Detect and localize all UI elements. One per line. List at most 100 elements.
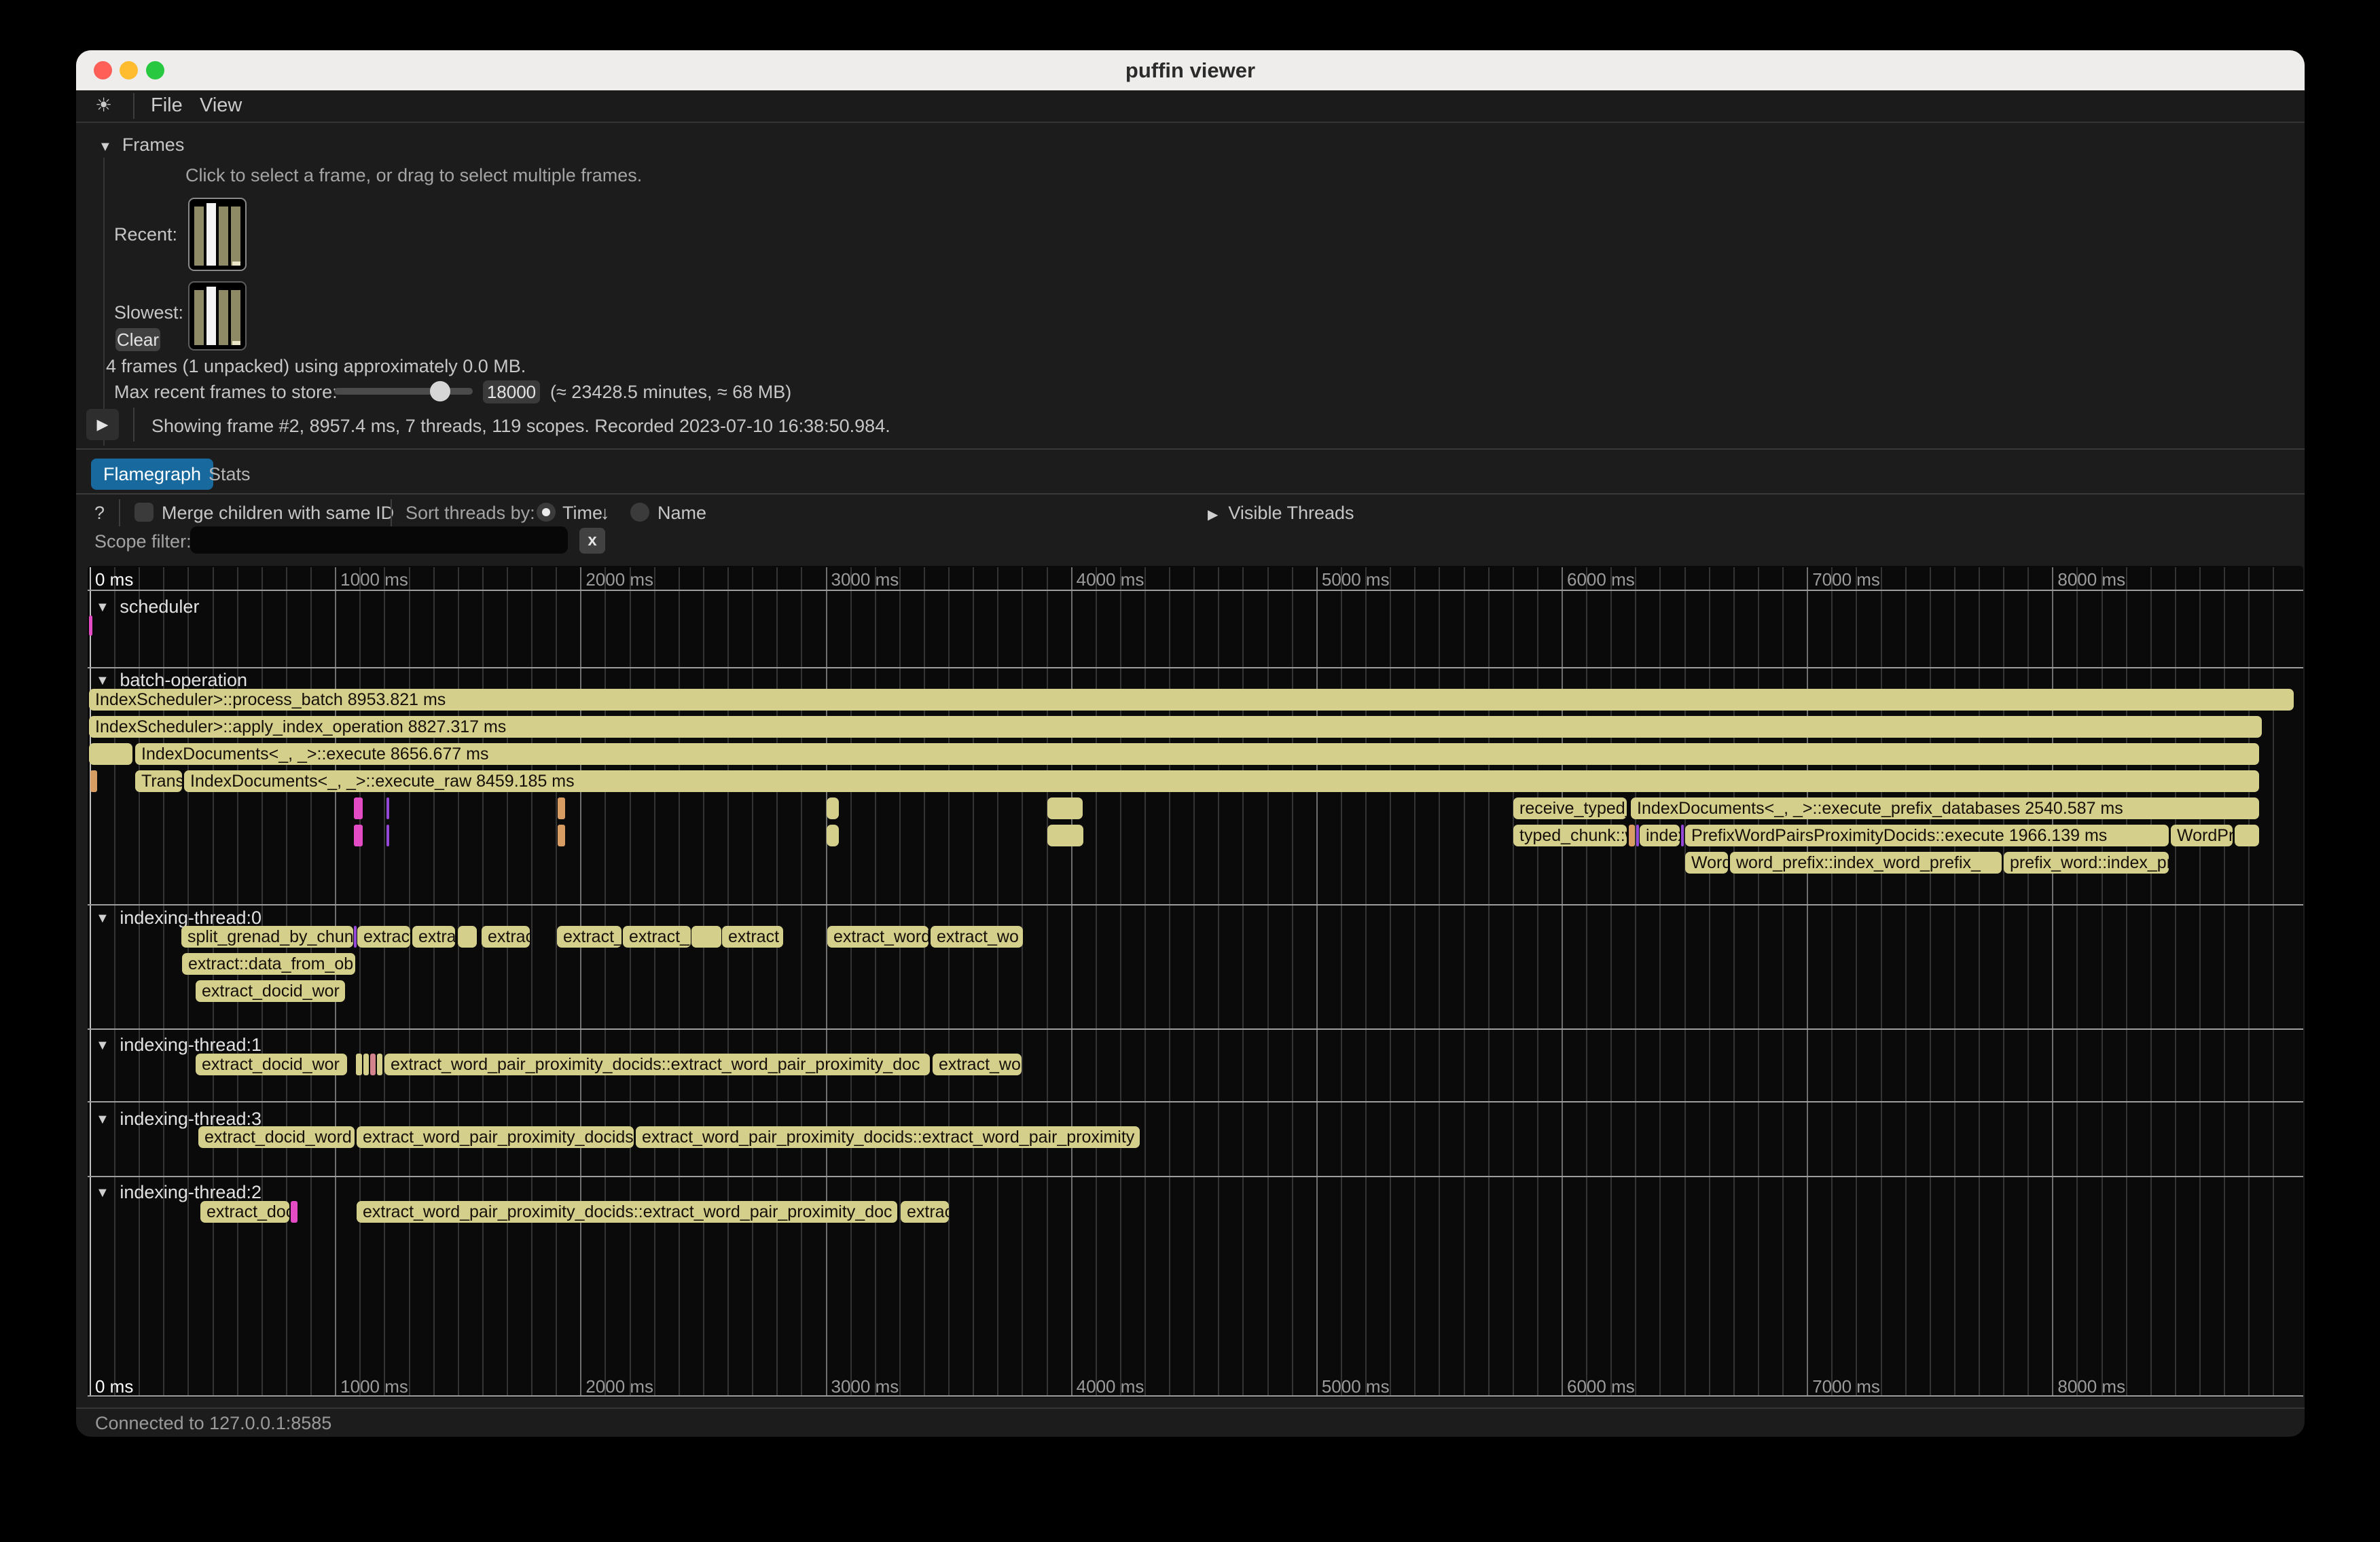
- scope-bar[interactable]: PrefixWordPairsProximityDocids::execute …: [1685, 825, 2169, 846]
- scope-bar[interactable]: extract_wo: [931, 926, 1023, 948]
- scope-bar[interactable]: [354, 797, 363, 819]
- time-axis-label-top: 2000 ms: [585, 569, 653, 590]
- time-axis-label-top: 0 ms: [95, 569, 133, 590]
- section-separator: [88, 667, 2303, 668]
- scope-bar[interactable]: extract_word_pair_proximity_docids::extr…: [636, 1126, 1140, 1148]
- scope-bar[interactable]: extrac: [901, 1201, 949, 1223]
- desktop: { "window": {"title": "puffin viewer"}, …: [0, 0, 2380, 1542]
- scope-bar[interactable]: word_prefix::index_word_prefix_: [1730, 852, 2002, 874]
- scope-bar[interactable]: prefix_word::index_prefix_wo: [2004, 852, 2169, 874]
- time-axis-label-bottom: 3000 ms: [831, 1376, 899, 1397]
- time-axis-label-bottom: 8000 ms: [2057, 1376, 2125, 1397]
- scope-bar[interactable]: extrac: [482, 926, 530, 948]
- scope-bar[interactable]: extract: [357, 926, 410, 948]
- connection-status: Connected to 127.0.0.1:8585: [95, 1413, 331, 1434]
- scope-bar[interactable]: [354, 926, 357, 948]
- scope-bar[interactable]: [377, 1054, 382, 1075]
- time-axis-label-top: 3000 ms: [831, 569, 899, 590]
- section-separator: [88, 1176, 2303, 1177]
- scope-bar[interactable]: [1629, 825, 1635, 846]
- scope-bar[interactable]: [1047, 825, 1083, 846]
- thread-header-indexing-thread:1[interactable]: ▼ indexing-thread:1: [96, 1035, 262, 1056]
- scope-bar[interactable]: [2235, 825, 2259, 846]
- scope-bar[interactable]: IndexDocuments<_, _>::execute_prefix_dat…: [1631, 797, 2259, 819]
- scope-bar[interactable]: [1047, 797, 1083, 819]
- time-axis-label-bottom: 6000 ms: [1567, 1376, 1635, 1397]
- section-separator: [88, 1028, 2303, 1030]
- scope-bar[interactable]: [89, 615, 92, 636]
- collapse-triangle-icon: ▼: [96, 911, 113, 926]
- scope-bar[interactable]: [1636, 825, 1639, 846]
- scope-bar[interactable]: [354, 825, 363, 846]
- scope-bar[interactable]: [827, 797, 839, 819]
- thread-label: batch-operation: [120, 670, 247, 690]
- scope-bar[interactable]: typed_chunk::w: [1513, 825, 1627, 846]
- thread-label: scheduler: [120, 596, 199, 617]
- time-axis-label-bottom: 1000 ms: [340, 1376, 408, 1397]
- scope-bar[interactable]: [363, 1054, 369, 1075]
- scope-bar[interactable]: [356, 1054, 362, 1075]
- section-separator: [88, 1101, 2303, 1102]
- scope-bar[interactable]: IndexScheduler>::apply_index_operation 8…: [89, 716, 2262, 738]
- scope-bar[interactable]: [386, 825, 389, 846]
- scope-bar[interactable]: extra: [412, 926, 455, 948]
- scope-bar[interactable]: extract_word_pair_proximity_docids: [357, 1126, 634, 1148]
- scope-bar[interactable]: WordPr: [2171, 825, 2233, 846]
- scope-bar[interactable]: extract_: [557, 926, 621, 948]
- scope-bar[interactable]: [90, 770, 97, 792]
- scope-bar[interactable]: extract_docid_word: [198, 1126, 355, 1148]
- section-separator: [88, 904, 2303, 906]
- divider: [76, 1407, 2305, 1409]
- scope-bar[interactable]: extract_wo: [933, 1054, 1022, 1075]
- thread-label: indexing-thread:1: [120, 1035, 262, 1055]
- scope-bar[interactable]: extract_doc: [200, 1201, 289, 1223]
- app-window: puffin viewer ☀ File View ▼ Frames Click…: [76, 50, 2305, 1437]
- panel-bottom-edge: [88, 1395, 2303, 1397]
- time-axis-label-bottom: 2000 ms: [585, 1376, 653, 1397]
- scope-bar[interactable]: [291, 1201, 298, 1223]
- time-axis-label-bottom: 4000 ms: [1077, 1376, 1144, 1397]
- scope-bar[interactable]: extract_docid_wor: [196, 1054, 347, 1075]
- collapse-triangle-icon: ▼: [96, 1112, 113, 1127]
- scope-bar[interactable]: extract_word_pair_proximity_docids::extr…: [384, 1054, 930, 1075]
- scope-bar[interactable]: IndexDocuments<_, _>::execute 8656.677 m…: [135, 743, 2259, 765]
- thread-label: indexing-thread:0: [120, 908, 262, 928]
- flamegraph-layer: 0 ms 1000 ms 2000 ms 3000 ms 4000 ms 5000 ms 6…: [76, 50, 2305, 1437]
- scope-bar[interactable]: extract_docid_wor: [196, 980, 345, 1002]
- scope-bar[interactable]: Trans: [135, 770, 182, 792]
- scope-bar[interactable]: extract_: [623, 926, 691, 948]
- thread-header-scheduler[interactable]: ▼ scheduler: [96, 596, 199, 617]
- scope-bar[interactable]: [827, 825, 839, 846]
- scope-bar[interactable]: IndexDocuments<_, _>::execute_raw 8459.1…: [184, 770, 2259, 792]
- scope-bar[interactable]: split_grenad_by_chun: [181, 926, 353, 948]
- scope-bar[interactable]: [370, 1054, 376, 1075]
- scope-bar[interactable]: [558, 825, 565, 846]
- time-axis-label-bottom: 0 ms: [95, 1376, 133, 1397]
- thread-header-batch-operation[interactable]: ▼ batch-operation: [96, 670, 247, 691]
- thread-label: indexing-thread:2: [120, 1182, 262, 1202]
- scope-bar[interactable]: [386, 797, 389, 819]
- scope-bar[interactable]: [558, 797, 565, 819]
- scope-bar[interactable]: [691, 926, 721, 948]
- scope-bar[interactable]: index: [1640, 825, 1680, 846]
- axis-separator: [88, 590, 2303, 591]
- time-axis-label-bottom: 5000 ms: [1322, 1376, 1390, 1397]
- thread-header-indexing-thread:2[interactable]: ▼ indexing-thread:2: [96, 1182, 262, 1203]
- scope-bar[interactable]: [89, 743, 132, 765]
- time-axis-label-top: 7000 ms: [1812, 569, 1880, 590]
- scope-bar[interactable]: extract_word: [827, 926, 928, 948]
- scope-bar[interactable]: extract_word_pair_proximity_docids::extr…: [357, 1201, 897, 1223]
- scope-bar[interactable]: IndexScheduler>::process_batch 8953.821 …: [89, 689, 2294, 711]
- time-axis-label-top: 1000 ms: [340, 569, 408, 590]
- scope-bar[interactable]: [458, 926, 477, 948]
- time-axis-label-top: 8000 ms: [2057, 569, 2125, 590]
- time-axis-label-top: 4000 ms: [1077, 569, 1144, 590]
- scope-bar[interactable]: Word: [1685, 852, 1728, 874]
- scope-bar[interactable]: extract::data_from_ob: [182, 953, 355, 975]
- scope-bar[interactable]: extract: [722, 926, 783, 948]
- collapse-triangle-icon: ▼: [96, 1038, 113, 1053]
- collapse-triangle-icon: ▼: [96, 673, 113, 688]
- scope-bar[interactable]: [1681, 825, 1684, 846]
- scope-bar[interactable]: receive_typed_: [1513, 797, 1627, 819]
- collapse-triangle-icon: ▼: [96, 600, 113, 615]
